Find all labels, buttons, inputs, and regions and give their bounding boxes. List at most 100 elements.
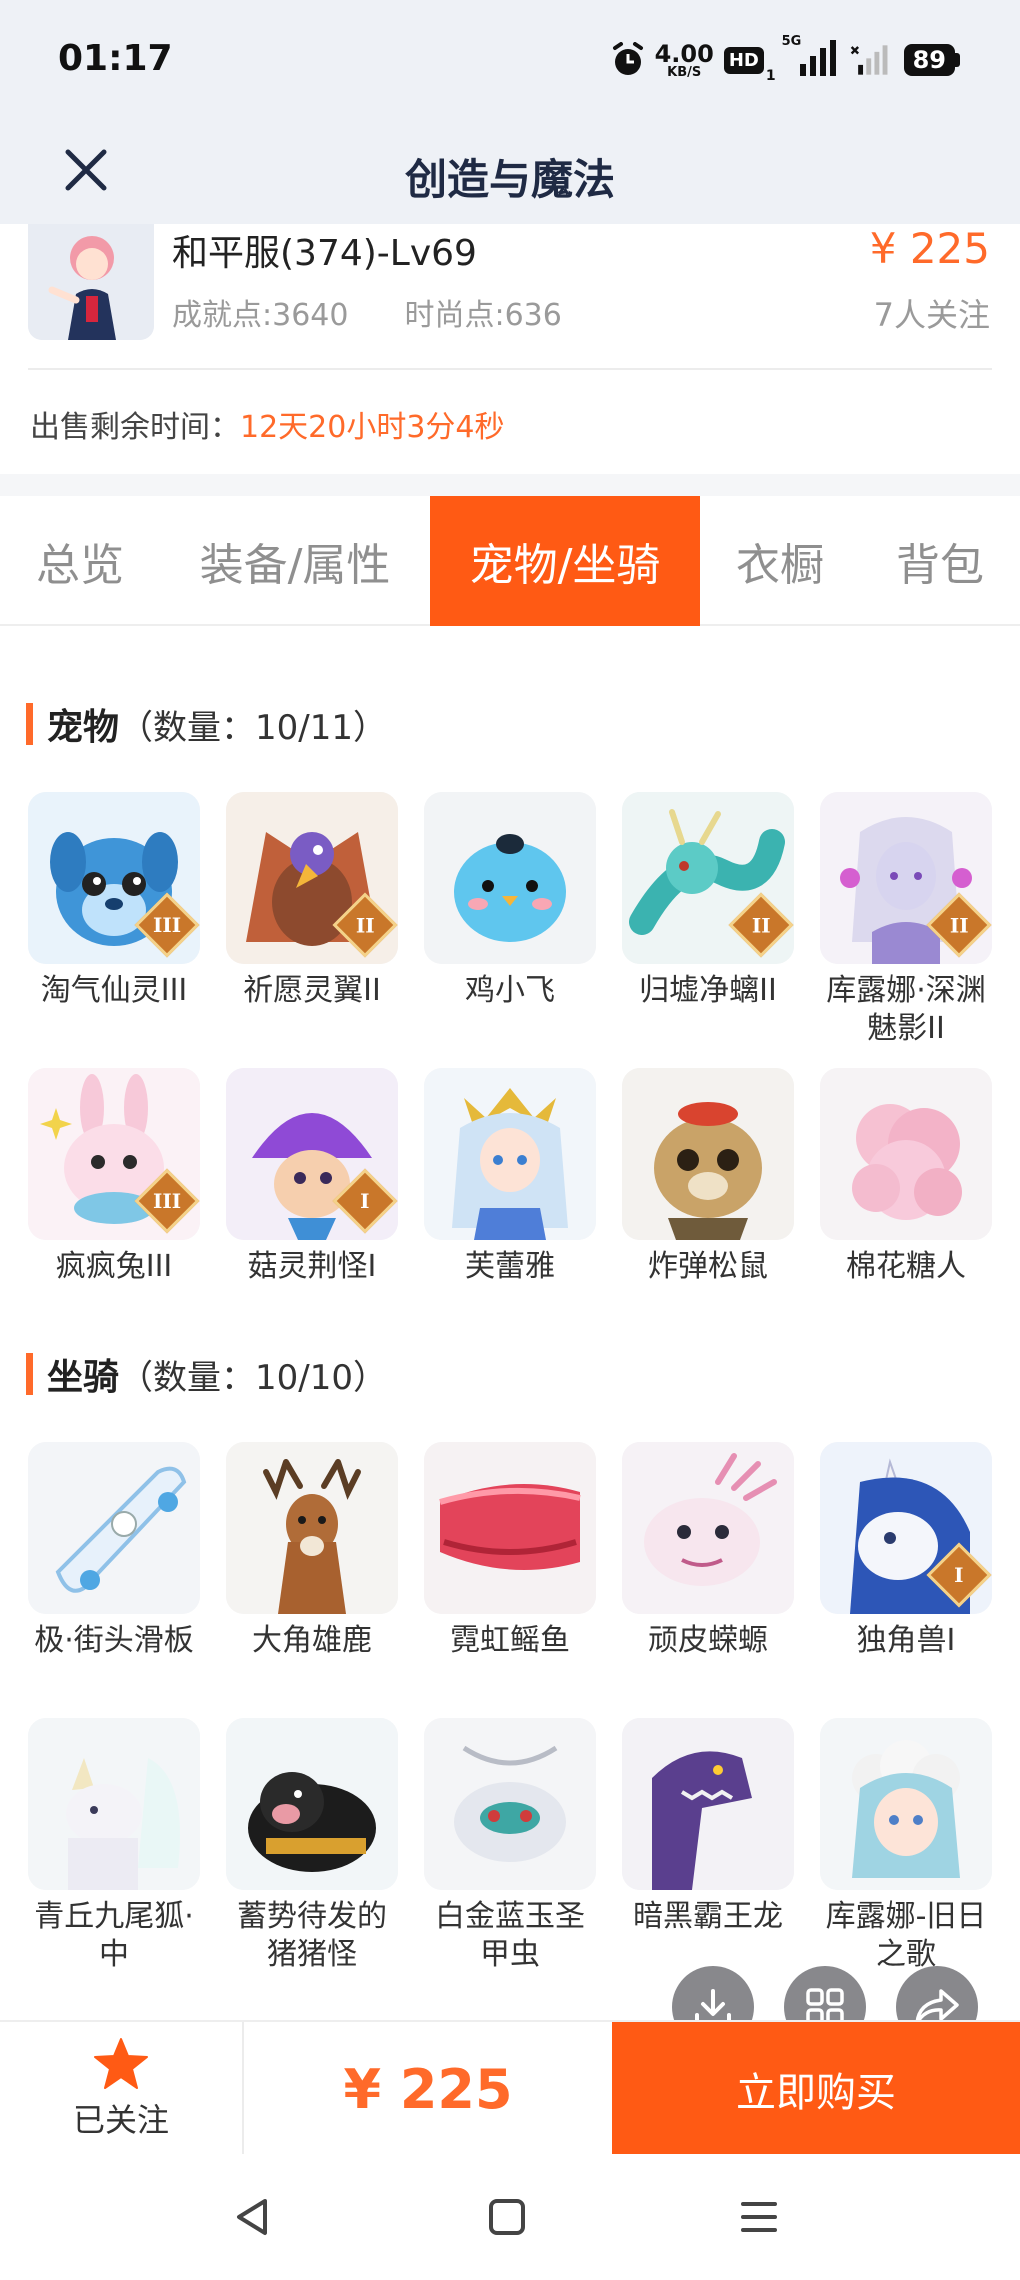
bottom-price: ¥ 225: [343, 2057, 513, 2121]
tier-label: III: [152, 1188, 182, 1213]
tab-backpack[interactable]: 背包: [860, 496, 1020, 626]
status-time: 01:17: [58, 38, 173, 79]
pet-thumb: [622, 1068, 794, 1240]
mounts-section-header: 坐骑 （数量：10/10）: [26, 1348, 387, 1400]
pet-item[interactable]: 鸡小飞: [424, 792, 596, 1010]
status-icons: 4.00 KB/S HD 1 5G 89: [611, 34, 960, 84]
mount-item[interactable]: 青丘九尾狐·中: [28, 1718, 200, 1974]
net-speed-value: 4.00: [654, 39, 714, 68]
pet-name: 菇灵荆怪I: [247, 1249, 377, 1284]
pet-item[interactable]: I 菇灵荆怪I: [226, 1068, 398, 1286]
pet-thumb: [424, 792, 596, 964]
mount-name: 暗黑霸王龙: [633, 1899, 783, 1934]
mount-name: 霓虹鳐鱼: [450, 1623, 570, 1658]
pet-name: 归墟净螭II: [639, 973, 777, 1008]
pet-thumb: II: [820, 792, 992, 964]
dark-trex-mount-icon: [622, 1718, 794, 1890]
mount-item[interactable]: 顽皮蝾螈: [622, 1442, 794, 1660]
pet-name: 炸弹松鼠: [648, 1249, 768, 1284]
fashion-points: 时尚点:636: [404, 298, 562, 333]
nav-home-button[interactable]: [474, 2184, 540, 2250]
pet-item[interactable]: III 淘气仙灵III: [28, 792, 200, 1010]
mount-name: 大角雄鹿: [252, 1623, 372, 1658]
pig-monster-mount-icon: [226, 1718, 398, 1890]
pet-item[interactable]: III 疯疯兔III: [28, 1068, 200, 1286]
pet-thumb: II: [226, 792, 398, 964]
pet-item[interactable]: II 归墟净螭II: [622, 792, 794, 1010]
mount-name: 库露娜-旧日之歌: [825, 1899, 987, 1972]
mount-item[interactable]: 库露娜-旧日之歌: [820, 1718, 992, 1974]
points-row: 成就点:3640 时尚点:636: [172, 290, 562, 334]
cotton-candy-pet-icon: [820, 1068, 992, 1240]
section-accent-bar: [26, 1353, 33, 1395]
bomb-squirrel-pet-icon: [622, 1068, 794, 1240]
tab-overview[interactable]: 总览: [0, 496, 160, 626]
tier-label: II: [355, 913, 375, 937]
hd-badge: HD: [723, 46, 764, 74]
mount-thumb: [424, 1718, 596, 1890]
neon-ray-mount-icon: [424, 1442, 596, 1614]
tier-label: I: [954, 1562, 964, 1587]
character-avatar[interactable]: [28, 224, 154, 340]
mount-name: 青丘九尾狐·中: [34, 1899, 194, 1972]
skateboard-mount-icon: [28, 1442, 200, 1614]
mount-thumb: [226, 1718, 398, 1890]
time-value: 12天20小时3分4秒: [240, 410, 505, 445]
purchase-bar: 已关注 ¥ 225 立即购买: [0, 2020, 1020, 2156]
pet-thumb: [424, 1068, 596, 1240]
tier-label: I: [360, 1188, 370, 1213]
signal-weak-icon: [850, 45, 888, 75]
avatar-image: [28, 224, 154, 340]
tab-wardrobe[interactable]: 衣橱: [700, 496, 860, 626]
tab-bar: 总览 装备/属性 宠物/坐骑 衣橱 背包: [0, 496, 1020, 626]
mount-item[interactable]: 蓄势待发的猪猪怪: [226, 1718, 398, 1974]
mounts-title: 坐骑: [47, 1357, 120, 1398]
tab-pets-mounts[interactable]: 宠物/坐骑: [430, 496, 700, 626]
follow-button[interactable]: 已关注: [0, 2022, 244, 2156]
server-level: 和平服(374)-Lv69: [172, 233, 477, 274]
buy-now-button[interactable]: 立即购买: [612, 2022, 1020, 2156]
pet-item[interactable]: 芙蕾雅: [424, 1068, 596, 1286]
battery-nub: [955, 53, 960, 67]
nine-tail-fox-mount-icon: [28, 1718, 200, 1890]
pet-name: 鸡小飞: [465, 973, 555, 1008]
mount-item[interactable]: 大角雄鹿: [226, 1442, 398, 1660]
pet-item[interactable]: 炸弹松鼠: [622, 1068, 794, 1286]
pet-name: 棉花糖人: [846, 1249, 966, 1284]
nav-menu-button[interactable]: [726, 2184, 792, 2250]
tier-label: II: [751, 913, 771, 937]
pet-item[interactable]: 棉花糖人: [820, 1068, 992, 1286]
mount-name: 蓄势待发的猪猪怪: [237, 1899, 387, 1972]
luna-song-mount-icon: [820, 1718, 992, 1890]
pets-section-header: 宠物 （数量：10/11）: [26, 698, 387, 750]
divider: [28, 368, 992, 370]
mounts-count: （数量：10/10）: [119, 1357, 387, 1398]
mount-item[interactable]: 霓虹鳐鱼: [424, 1442, 596, 1660]
mount-thumb: [28, 1442, 200, 1614]
blue-chick-pet-icon: [424, 792, 596, 964]
net-speed: 4.00 KB/S: [655, 42, 714, 79]
mount-item[interactable]: 极·街头滑板: [28, 1442, 200, 1660]
page-title: 创造与魔法: [404, 155, 615, 204]
battery-indicator: 89: [903, 44, 960, 76]
tier-label: II: [949, 913, 969, 937]
nav-back-button[interactable]: [220, 2184, 286, 2250]
mount-thumb: [622, 1718, 794, 1890]
achievement-points: 成就点:3640: [172, 298, 349, 333]
mount-item[interactable]: 暗黑霸王龙: [622, 1718, 794, 1936]
mount-item[interactable]: 白金蓝玉圣甲虫: [424, 1718, 596, 1974]
time-label: 出售剩余时间：: [30, 410, 240, 445]
deer-mount-icon: [226, 1442, 398, 1614]
section-accent-bar: [26, 703, 33, 745]
home-square-icon: [489, 2199, 525, 2235]
back-triangle-icon: [237, 2199, 267, 2235]
tab-equipment[interactable]: 装备/属性: [160, 496, 430, 626]
pet-item[interactable]: II 祈愿灵翼II: [226, 792, 398, 1010]
pet-name: 祈愿灵翼II: [243, 973, 381, 1008]
pet-item[interactable]: II 库露娜·深渊魅影II: [820, 792, 992, 1048]
mount-item[interactable]: I 独角兽I: [820, 1442, 992, 1660]
pet-name: 疯疯兔III: [55, 1249, 173, 1284]
pet-thumb: I: [226, 1068, 398, 1240]
mount-thumb: [424, 1442, 596, 1614]
app-header: 创造与魔法: [0, 120, 1020, 224]
